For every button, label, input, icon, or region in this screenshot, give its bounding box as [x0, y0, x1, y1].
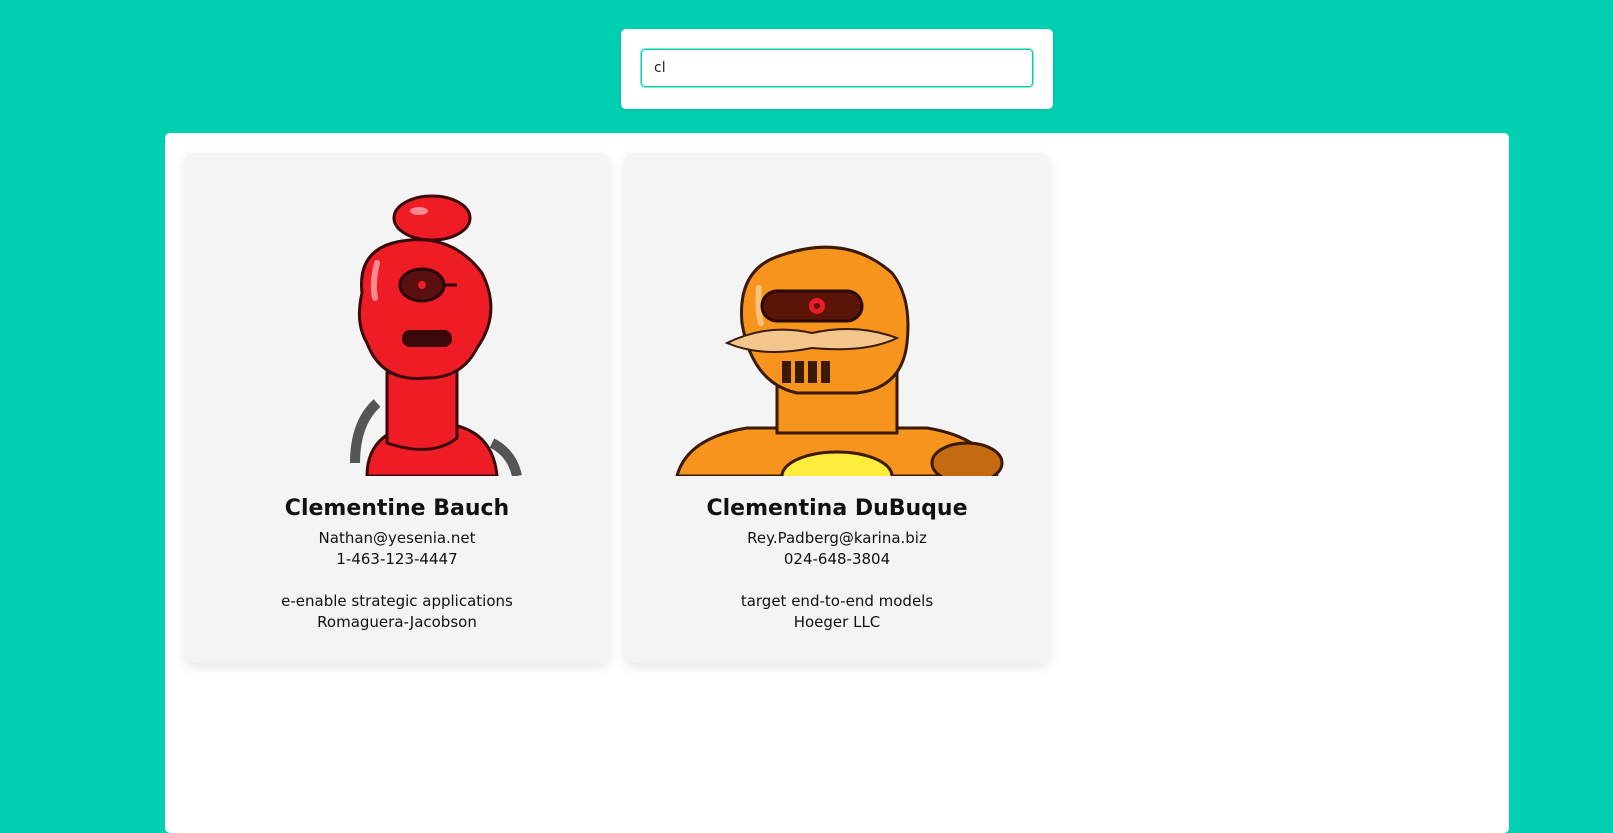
- robot-phone: 024-648-3804: [783, 550, 891, 568]
- robot-list-panel: Clementine Bauch Nathan@yesenia.net 1-46…: [165, 133, 1509, 833]
- robot-company: Hoeger LLC: [793, 613, 881, 631]
- search-input[interactable]: [640, 48, 1034, 88]
- robot-card[interactable]: Clementine Bauch Nathan@yesenia.net 1-46…: [185, 153, 609, 663]
- robot-name: Clementine Bauch: [284, 496, 510, 521]
- robot-avatar-icon: [350, 194, 522, 476]
- robot-phone: 1-463-123-4447: [336, 550, 458, 568]
- robot-email: Nathan@yesenia.net: [318, 529, 476, 547]
- robot-catch-phrase: target end-to-end models: [740, 592, 934, 610]
- robot-email: Rey.Padberg@karina.biz: [747, 529, 927, 547]
- robot-name: Clementina DuBuque: [706, 496, 968, 521]
- robot-catch-phrase: e-enable strategic applications: [281, 592, 513, 610]
- search-container: [621, 29, 1053, 109]
- robot-card[interactable]: Clementina DuBuque Rey.Padberg@karina.bi…: [625, 153, 1049, 663]
- robot-company: Romaguera-Jacobson: [317, 613, 477, 631]
- robot-avatar-icon: [675, 245, 1004, 476]
